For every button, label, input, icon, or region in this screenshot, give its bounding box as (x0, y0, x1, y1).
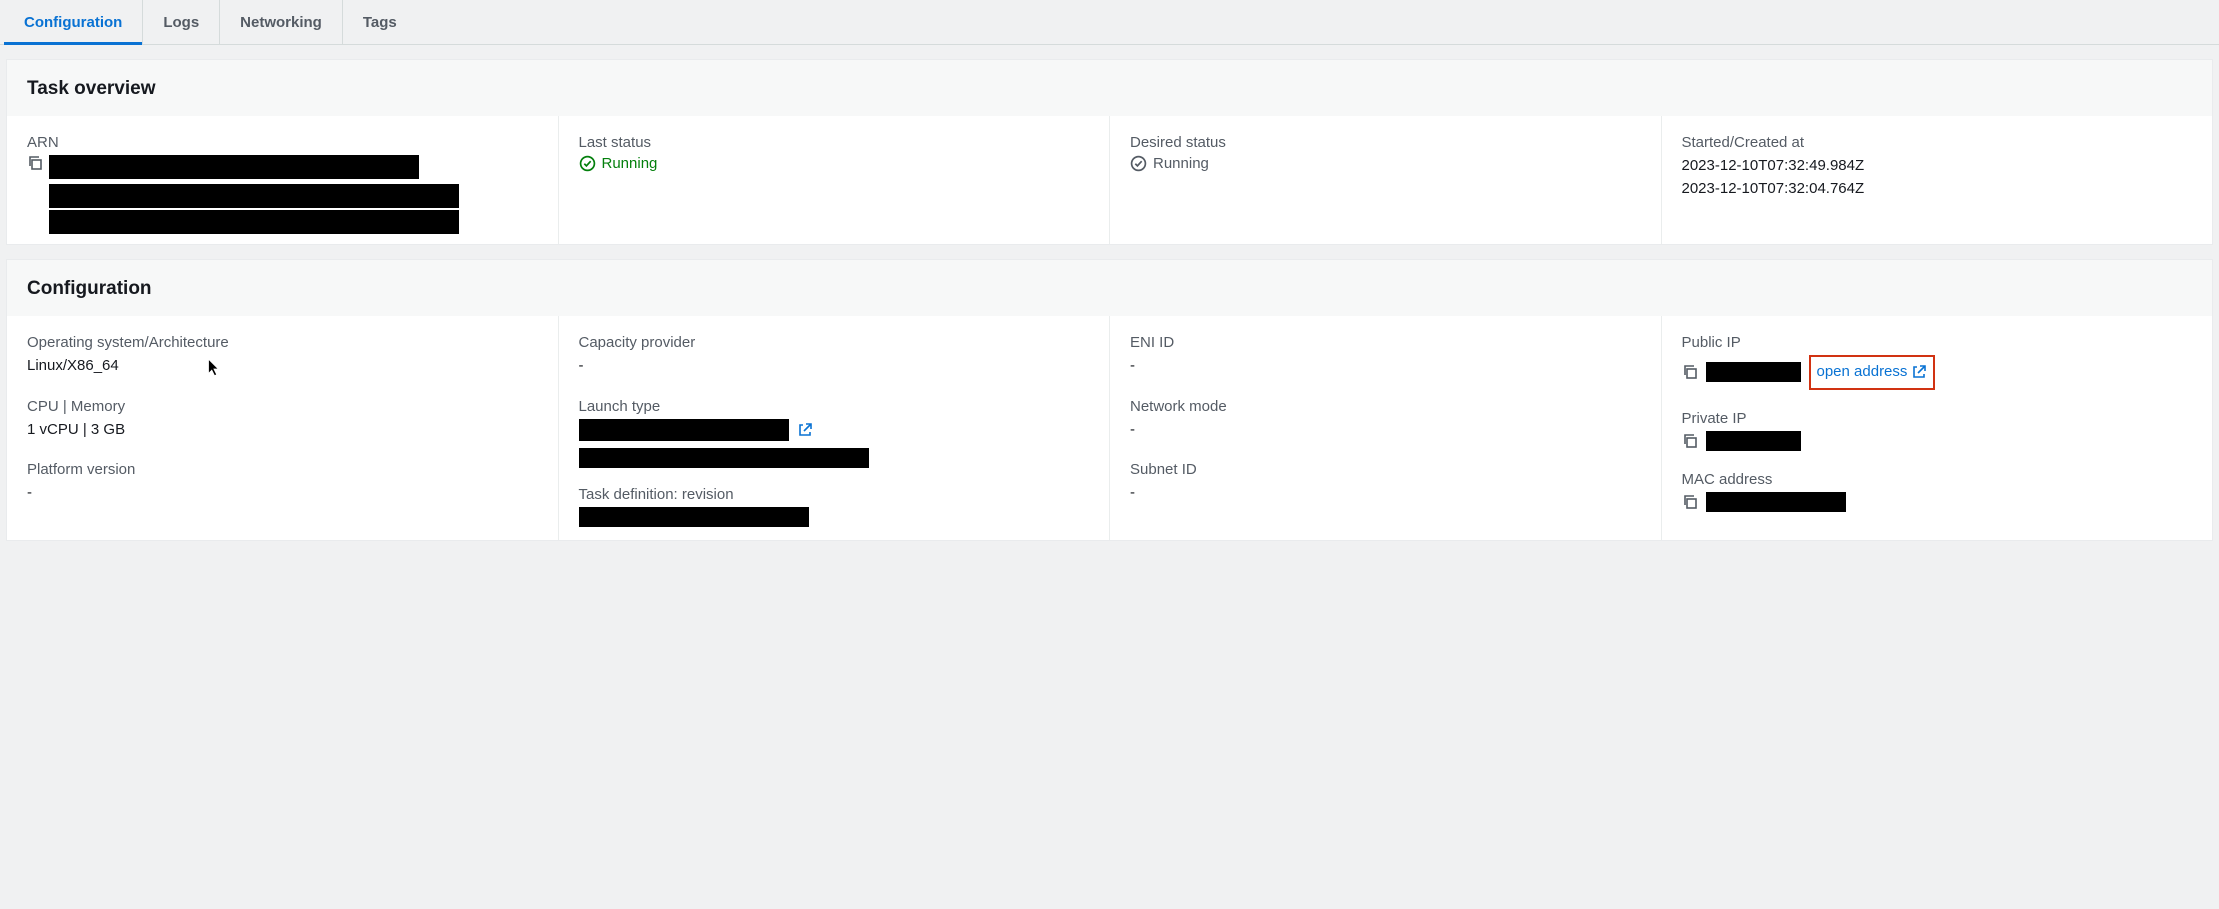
desired-status-value: Running (1130, 155, 1641, 172)
started-value: 2023-12-10T07:32:49.984Z (1682, 155, 2193, 178)
launch-type-redacted (579, 419, 789, 441)
arn-redacted-line-1 (49, 155, 419, 179)
taskdef-label: Task definition: revision (579, 486, 1090, 503)
private-ip-label: Private IP (1682, 410, 2193, 427)
copy-icon[interactable] (1682, 364, 1698, 380)
subnet-id-label: Subnet ID (1130, 461, 1641, 478)
platform-version-value: - (27, 482, 538, 505)
started-created-label: Started/Created at (1682, 134, 2193, 151)
desired-status-label: Desired status (1130, 134, 1641, 151)
eni-id-label: ENI ID (1130, 334, 1641, 351)
created-value: 2023-12-10T07:32:04.764Z (1682, 178, 2193, 201)
network-mode-value: - (1130, 419, 1641, 442)
mac-address-label: MAC address (1682, 471, 2193, 488)
configuration-panel: Configuration Operating system/Architect… (6, 259, 2213, 541)
launch-type-redacted-2 (579, 448, 869, 468)
taskdef-redacted (579, 507, 809, 527)
public-ip-redacted (1706, 362, 1801, 382)
open-address-link[interactable]: open address (1809, 355, 1936, 390)
tab-bar: Configuration Logs Networking Tags (0, 0, 2219, 45)
copy-icon[interactable] (1682, 494, 1698, 510)
os-arch-label: Operating system/Architecture (27, 334, 538, 351)
tab-configuration[interactable]: Configuration (4, 0, 143, 44)
last-status-value: Running (579, 155, 1090, 172)
arn-label: ARN (27, 134, 538, 151)
network-mode-label: Network mode (1130, 398, 1641, 415)
task-overview-heading: Task overview (7, 60, 2212, 116)
launch-type-label: Launch type (579, 398, 1090, 415)
configuration-heading: Configuration (7, 260, 2212, 316)
external-link-icon[interactable] (797, 422, 813, 438)
mac-address-redacted (1706, 492, 1846, 512)
subnet-id-value: - (1130, 482, 1641, 505)
capacity-provider-label: Capacity provider (579, 334, 1090, 351)
status-running-icon (579, 155, 596, 172)
platform-version-label: Platform version (27, 461, 538, 478)
status-desired-icon (1130, 155, 1147, 172)
os-arch-value: Linux/X86_64 (27, 355, 538, 378)
tab-logs[interactable]: Logs (143, 0, 220, 44)
last-status-text: Running (602, 155, 658, 172)
cpu-memory-value: 1 vCPU | 3 GB (27, 419, 538, 442)
copy-icon[interactable] (27, 155, 43, 171)
capacity-provider-value: - (579, 355, 1090, 378)
public-ip-label: Public IP (1682, 334, 2193, 351)
arn-redacted-line-3 (49, 210, 459, 234)
eni-id-value: - (1130, 355, 1641, 378)
tab-networking[interactable]: Networking (220, 0, 343, 44)
external-link-icon (1911, 364, 1927, 380)
arn-redacted-line-2 (49, 184, 459, 208)
private-ip-redacted (1706, 431, 1801, 451)
open-address-text: open address (1817, 361, 1908, 384)
last-status-label: Last status (579, 134, 1090, 151)
desired-status-text: Running (1153, 155, 1209, 172)
task-overview-panel: Task overview ARN Last status Ru (6, 59, 2213, 245)
tab-tags[interactable]: Tags (343, 0, 417, 44)
cpu-memory-label: CPU | Memory (27, 398, 538, 415)
copy-icon[interactable] (1682, 433, 1698, 449)
